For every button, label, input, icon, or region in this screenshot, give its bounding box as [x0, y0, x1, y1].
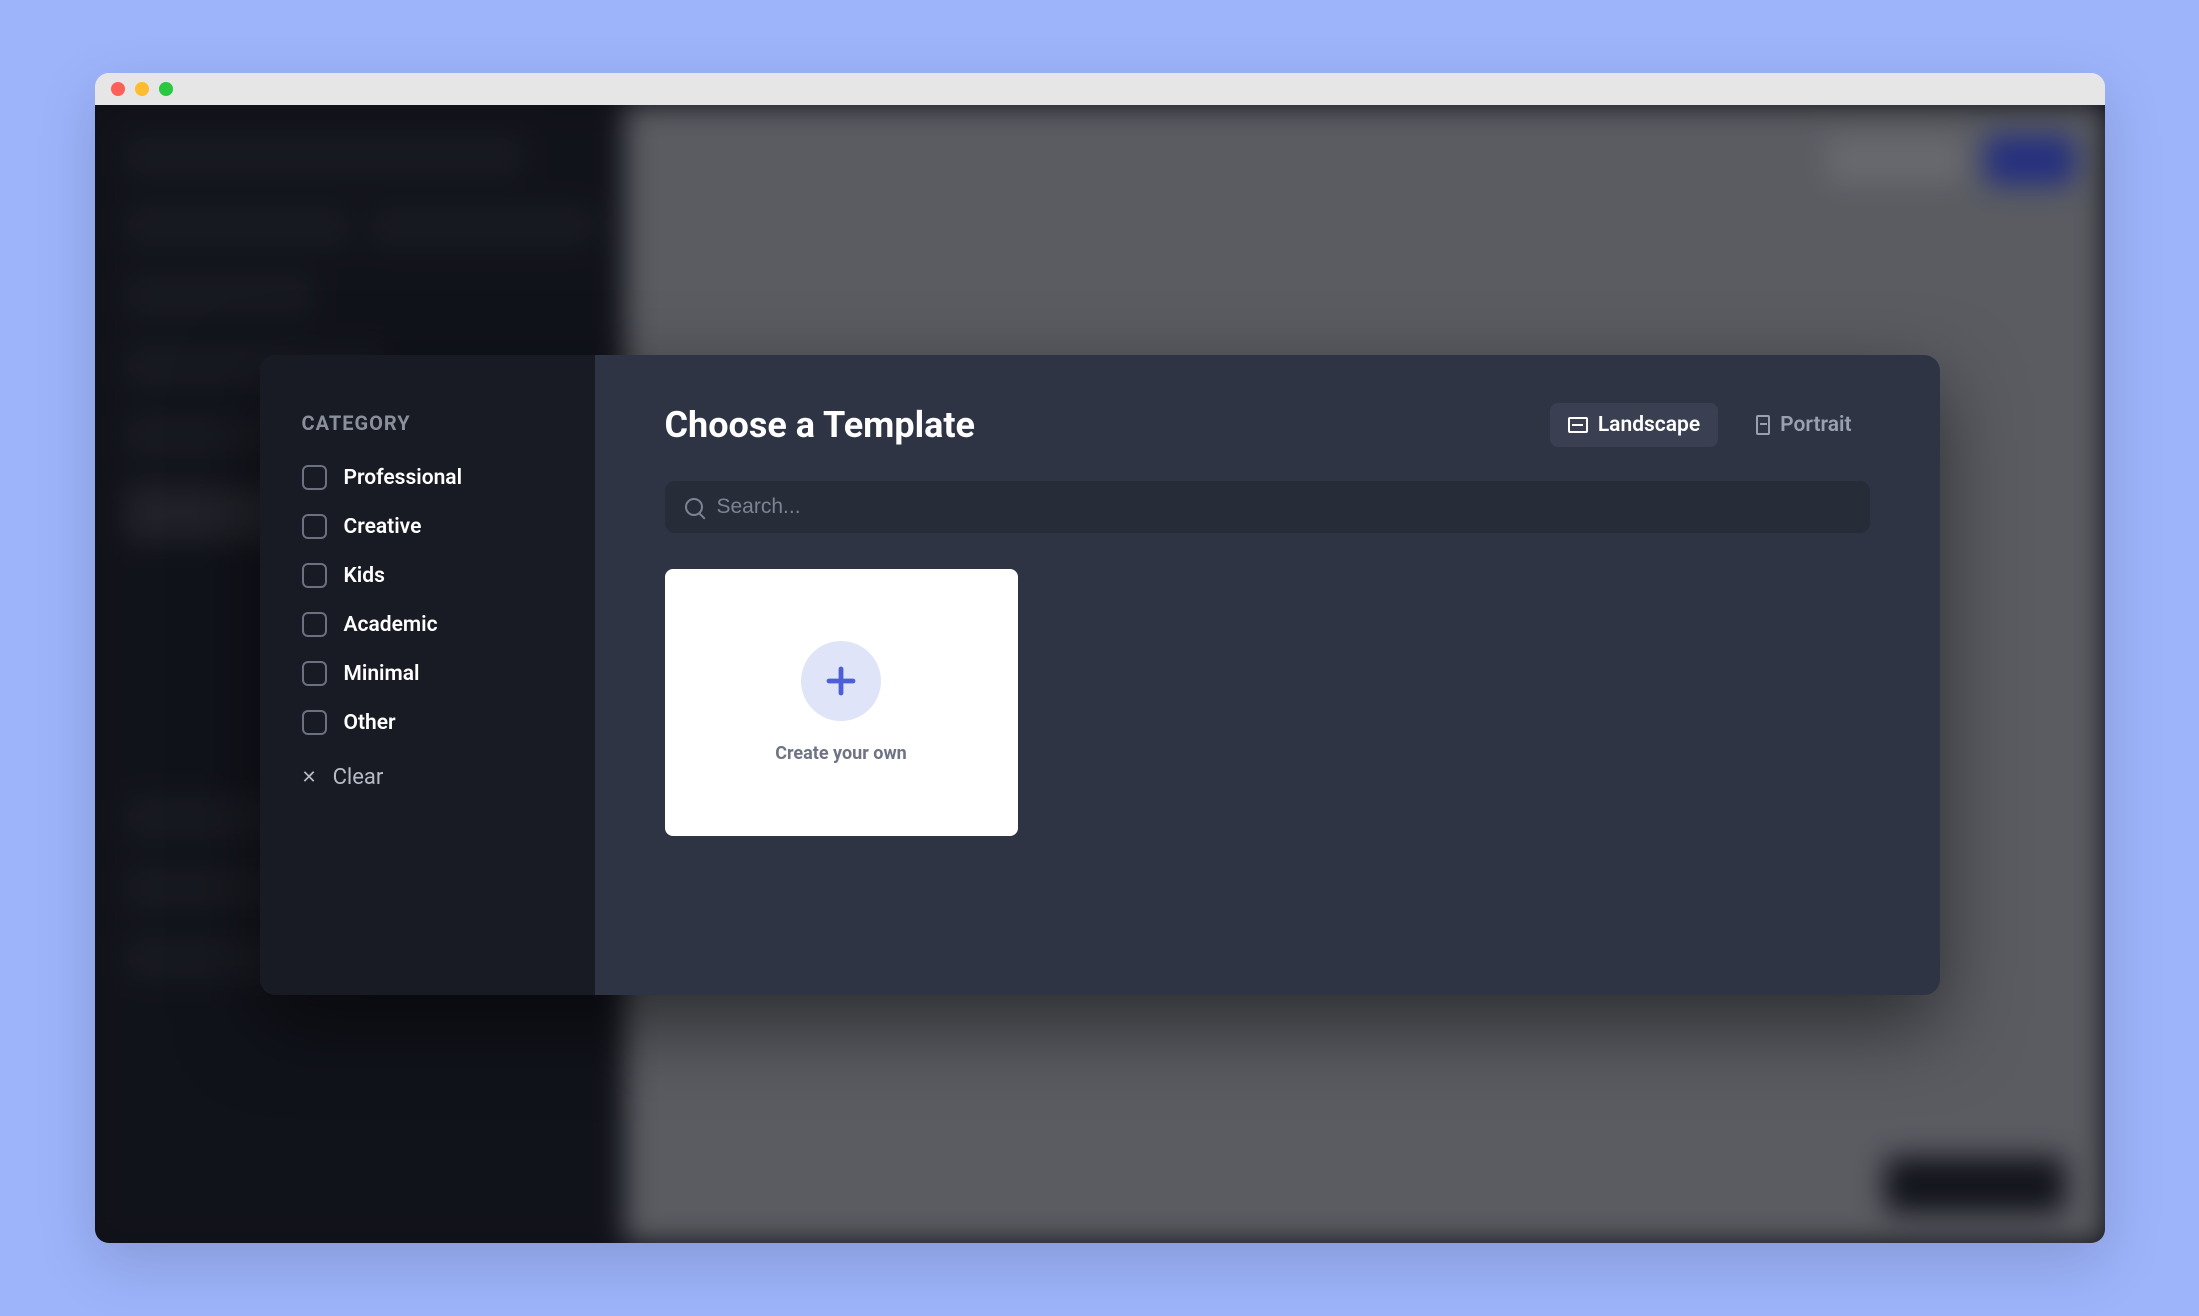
category-label: Kids [344, 564, 385, 588]
checkbox-icon [302, 465, 327, 490]
app-body: CATEGORY Professional Creative Kids [95, 105, 2105, 1243]
plus-icon [823, 663, 859, 699]
orientation-toggle: Landscape Portrait [1550, 403, 1870, 447]
clear-filters-button[interactable]: ✕ Clear [302, 765, 553, 790]
category-item-professional[interactable]: Professional [302, 465, 553, 490]
create-your-own-card[interactable]: Create your own [665, 569, 1018, 836]
category-label: Other [344, 711, 396, 735]
category-list: Professional Creative Kids Academic [302, 465, 553, 735]
clear-label: Clear [333, 765, 384, 790]
category-item-creative[interactable]: Creative [302, 514, 553, 539]
checkbox-icon [302, 563, 327, 588]
template-modal: CATEGORY Professional Creative Kids [260, 355, 1940, 995]
checkbox-icon [302, 514, 327, 539]
portrait-icon [1756, 415, 1770, 435]
modal-sidebar: CATEGORY Professional Creative Kids [260, 355, 595, 995]
orientation-label: Portrait [1780, 413, 1851, 437]
category-item-kids[interactable]: Kids [302, 563, 553, 588]
checkbox-icon [302, 661, 327, 686]
modal-title: Choose a Template [665, 404, 976, 446]
window-minimize-button[interactable] [135, 82, 149, 96]
category-heading: CATEGORY [302, 411, 553, 435]
window-maximize-button[interactable] [159, 82, 173, 96]
window-close-button[interactable] [111, 82, 125, 96]
orientation-label: Landscape [1598, 413, 1700, 437]
category-label: Professional [344, 466, 463, 490]
category-item-minimal[interactable]: Minimal [302, 661, 553, 686]
category-label: Academic [344, 613, 438, 637]
close-icon: ✕ [302, 767, 317, 788]
orientation-landscape-button[interactable]: Landscape [1550, 403, 1718, 447]
category-label: Minimal [344, 662, 420, 686]
category-item-other[interactable]: Other [302, 710, 553, 735]
landscape-icon [1568, 417, 1588, 433]
search-icon [685, 498, 703, 516]
search-input[interactable] [717, 495, 1850, 519]
modal-main: Choose a Template Landscape Portrait [595, 355, 1940, 995]
search-bar[interactable] [665, 481, 1870, 533]
category-label: Creative [344, 515, 422, 539]
app-window: CATEGORY Professional Creative Kids [95, 73, 2105, 1243]
category-item-academic[interactable]: Academic [302, 612, 553, 637]
modal-header: Choose a Template Landscape Portrait [665, 403, 1870, 447]
checkbox-icon [302, 710, 327, 735]
checkbox-icon [302, 612, 327, 637]
window-titlebar [95, 73, 2105, 105]
create-card-label: Create your own [775, 743, 907, 764]
orientation-portrait-button[interactable]: Portrait [1738, 403, 1869, 447]
template-cards-row: Create your own [665, 569, 1870, 836]
plus-circle [801, 641, 881, 721]
